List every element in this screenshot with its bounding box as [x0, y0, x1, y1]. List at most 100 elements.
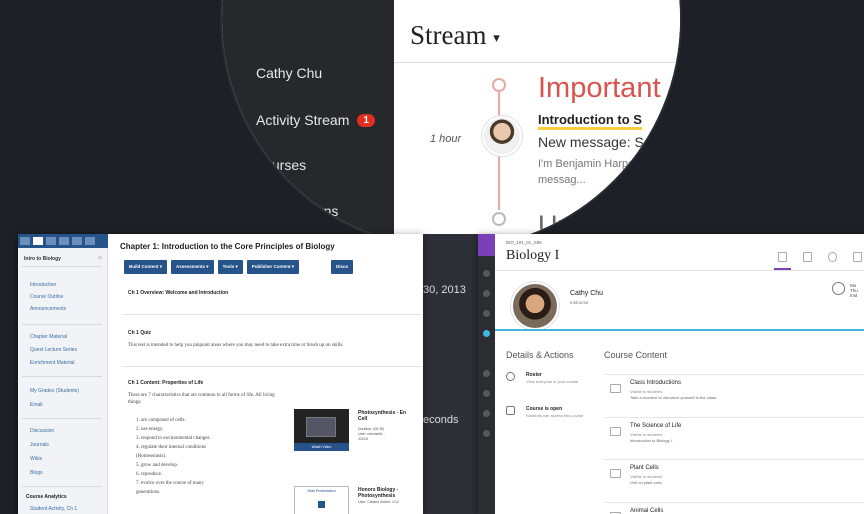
menu-link[interactable]: Enrichment Material: [30, 360, 74, 366]
menu-tab-icon[interactable]: [72, 237, 82, 245]
section-text: There are 7 characteristics that are com…: [128, 393, 275, 405]
courses-icon: ▯: [232, 157, 240, 172]
stream-title-dropdown[interactable]: Stream ▾: [410, 20, 500, 51]
rail-icon[interactable]: [483, 430, 490, 437]
header-divider: [394, 62, 680, 63]
menu-tab-icon[interactable]: [59, 237, 69, 245]
rail-icon[interactable]: [483, 330, 490, 337]
rail-accent: [478, 234, 495, 256]
menu-tab-icon[interactable]: [46, 237, 56, 245]
media-title[interactable]: Photosynthesis - En Cell: [358, 410, 406, 422]
publisher-content-button[interactable]: Publisher Content ▾: [246, 260, 300, 274]
course-content-heading: Course Content: [604, 350, 668, 360]
menu-link[interactable]: Blogs: [30, 470, 43, 476]
sidebar-user-name[interactable]: Cathy Chu: [256, 65, 322, 81]
stream-magnifier: Cathy Chu Activity Stream 1 ▯ Courses ✿ …: [222, 0, 680, 248]
rail-icon[interactable]: [483, 410, 490, 417]
menu-link[interactable]: Journals: [30, 442, 49, 448]
media-title[interactable]: Honors Biology - Photosynthesis: [358, 487, 398, 499]
menu-divider: [22, 376, 102, 377]
media-meta: User: Cleland Added: 1/12: [358, 500, 399, 504]
entry-course-link[interactable]: Introduction to S: [538, 112, 642, 130]
section-divider: [122, 314, 422, 315]
rail-icon[interactable]: [483, 270, 490, 277]
discussion-icon[interactable]: [828, 252, 837, 262]
menu-link[interactable]: Wikis: [30, 456, 42, 462]
menu-link[interactable]: My Grades (Students): [30, 388, 79, 394]
course-title: Biology I: [506, 248, 560, 263]
menu-link[interactable]: Course Outline: [30, 294, 63, 300]
rail-icon[interactable]: [483, 370, 490, 377]
sidebar-item-organizations[interactable]: ✿ Organizations: [230, 203, 338, 219]
menu-link[interactable]: Discussion: [30, 428, 54, 434]
rail-icon[interactable]: [483, 310, 490, 317]
list-item: 2. use energy.: [136, 427, 164, 432]
slide-icon: [318, 501, 325, 508]
menu-link[interactable]: Introduction: [30, 282, 56, 288]
background-panel: 30, 2013 econds: [423, 234, 478, 514]
list-item: 7. evolve over the course of many: [136, 481, 204, 486]
menu-link[interactable]: Announcements: [30, 306, 66, 312]
gradebook-icon[interactable]: [853, 252, 862, 262]
sidebar-item-label: Courses: [254, 157, 307, 173]
folder-icon: [610, 469, 621, 478]
rail-icon[interactable]: [483, 290, 490, 297]
menu-divider: [22, 266, 102, 267]
rail-icon[interactable]: [483, 390, 490, 397]
section-heading[interactable]: Ch 1 Overview: Welcome and Introduction: [128, 290, 228, 296]
entry-time: 1 hour: [430, 133, 462, 145]
details-heading: Details & Actions: [506, 350, 574, 360]
section-divider: [122, 366, 422, 367]
list-item: 6. reproduce.: [136, 472, 163, 477]
timeline-marker: [492, 78, 506, 92]
sidebar-item-activity-stream[interactable]: Activity Stream 1: [256, 112, 375, 128]
menu-tab-icon[interactable]: [33, 237, 43, 245]
build-content-button[interactable]: Build Content ▾: [124, 260, 168, 274]
item-divider: [604, 417, 864, 418]
calendar-icon[interactable]: [803, 252, 812, 262]
instructor-name[interactable]: Cathy Chu: [570, 290, 603, 297]
section-heading[interactable]: Ch 1 Content: Properties of Life: [128, 380, 203, 386]
stream-main: Stream ▾ Important 1 hour Introduction t…: [394, 0, 680, 248]
discover-button[interactable]: Disco: [331, 260, 354, 274]
sidebar-item-label: Organizations: [252, 203, 339, 219]
roster-icon: [506, 372, 515, 381]
list-item: 3. respond to environmental changes.: [136, 436, 211, 441]
media-meta: Duration: (00:35) User: mbiolabbi… 32018: [358, 427, 386, 441]
page-title: Chapter 1: Introduction to the Core Prin…: [120, 242, 335, 251]
menu-link[interactable]: Chapter Material: [30, 334, 67, 340]
entry-body: I'm Benjamin Harper, messag...: [538, 158, 641, 186]
folder-icon: [610, 384, 621, 393]
menu-tab-icon[interactable]: [85, 237, 95, 245]
assessments-button[interactable]: Assessments ▾: [171, 260, 214, 274]
caret-down-icon: ▾: [493, 29, 500, 45]
menu-link[interactable]: Email: [30, 402, 43, 408]
slides-thumbnail[interactable]: Slide Presentation: [294, 486, 349, 514]
instructor-avatar[interactable]: [511, 282, 559, 330]
tools-button[interactable]: Tools ▾: [217, 260, 243, 274]
item-divider: [604, 459, 864, 460]
seconds-fragment: econds: [423, 414, 459, 426]
video-thumbnail[interactable]: Watch Video: [294, 409, 349, 451]
entry-subject-link[interactable]: New message: Se: [538, 134, 652, 150]
list-item: 1. are composed of cells.: [136, 418, 186, 423]
menu-tab-icon[interactable]: [20, 237, 30, 245]
organizations-icon: ✿: [230, 203, 241, 218]
ultra-course-window: BIO_101_01_S86 Biology I Cathy Chu Instr…: [478, 234, 864, 514]
section-text: This test is intended to help you pinpoi…: [128, 343, 344, 348]
menu-link[interactable]: Quest Lecture Series: [30, 347, 77, 353]
course-name[interactable]: Intro to Biology: [24, 256, 61, 262]
folder-icon: [610, 427, 621, 436]
content-tab-icon[interactable]: [778, 252, 787, 262]
sidebar-item-courses[interactable]: ▯ Courses: [232, 157, 306, 173]
section-heading[interactable]: Ch 1 Quiz: [128, 330, 151, 336]
lock-icon: [506, 406, 515, 415]
header-divider: [495, 270, 864, 271]
home-icon[interactable]: ⌂: [98, 255, 102, 261]
product-collage: Cathy Chu Activity Stream 1 ▯ Courses ✿ …: [0, 0, 864, 514]
menu-divider: [22, 418, 102, 419]
content-area: Chapter 1: Introduction to the Core Prin…: [118, 234, 423, 514]
menu-link[interactable]: Student Activity, Ch 1: [30, 506, 77, 512]
date-fragment: 30, 2013: [423, 284, 466, 296]
instructor-role: Instructor: [570, 300, 589, 305]
